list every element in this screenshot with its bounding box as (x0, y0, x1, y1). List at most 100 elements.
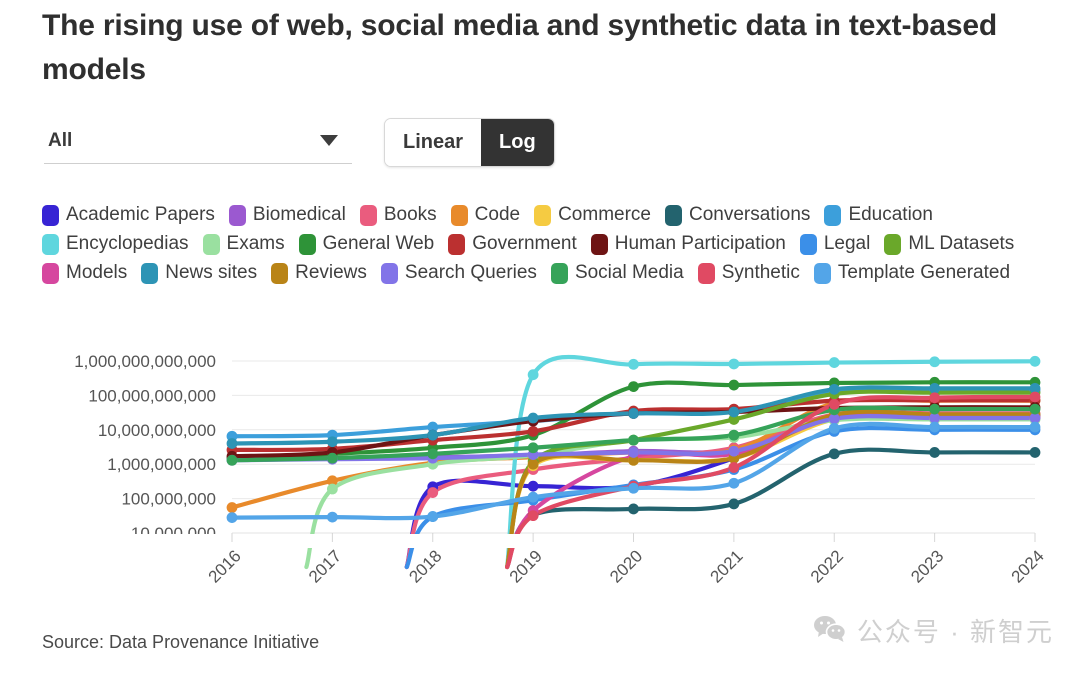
data-point[interactable] (527, 442, 539, 454)
legend-swatch (141, 262, 159, 284)
legend-swatch (448, 233, 466, 255)
data-point[interactable] (628, 434, 639, 446)
legend-swatch (42, 233, 59, 255)
data-point[interactable] (226, 454, 238, 466)
legend-item[interactable]: Exams (202, 232, 285, 256)
data-point[interactable] (326, 511, 338, 523)
legend-item[interactable]: Government (448, 232, 577, 256)
data-point[interactable] (728, 445, 740, 457)
data-point[interactable] (326, 483, 338, 495)
data-point[interactable] (628, 381, 639, 393)
data-point[interactable] (527, 491, 539, 503)
legend-item[interactable]: Conversations (664, 203, 811, 227)
legend-swatch (298, 233, 316, 255)
data-point[interactable] (728, 498, 740, 510)
legend-item[interactable]: Reviews (271, 261, 367, 285)
data-point[interactable] (226, 502, 238, 513)
legend-item[interactable]: Commerce (534, 203, 651, 227)
legend-item[interactable]: Synthetic (697, 261, 800, 285)
data-point[interactable] (527, 369, 539, 381)
scale-linear-button[interactable]: Linear (385, 119, 482, 166)
legend-swatch (664, 204, 682, 226)
category-filter-dropdown[interactable]: All (44, 118, 352, 164)
data-point[interactable] (828, 383, 840, 395)
legend-label: Reviews (295, 262, 367, 283)
legend-item[interactable]: Code (450, 203, 520, 227)
legend-swatch (697, 262, 715, 284)
scale-toggle-group[interactable]: Linear Log (384, 118, 555, 167)
data-point[interactable] (326, 452, 338, 464)
legend-swatch (534, 204, 552, 226)
data-point[interactable] (527, 425, 539, 437)
data-point[interactable] (427, 448, 439, 460)
legend-item[interactable]: Legal (799, 232, 871, 256)
data-point[interactable] (427, 429, 439, 441)
data-point[interactable] (527, 458, 539, 470)
legend-item[interactable]: News sites (141, 261, 257, 285)
legend-item[interactable]: Social Media (550, 261, 684, 285)
data-point[interactable] (427, 487, 439, 498)
legend-item[interactable]: Academic Papers (42, 203, 215, 227)
data-point[interactable] (1029, 355, 1041, 367)
data-point[interactable] (728, 462, 740, 473)
data-point[interactable] (929, 356, 941, 368)
data-point[interactable] (1029, 403, 1041, 415)
legend-item[interactable]: General Web (298, 232, 434, 256)
data-point[interactable] (929, 403, 941, 415)
legend-item[interactable]: Human Participation (590, 232, 786, 256)
scale-log-button[interactable]: Log (481, 119, 554, 166)
data-point[interactable] (1029, 421, 1041, 433)
data-point[interactable] (527, 412, 539, 424)
data-point[interactable] (828, 448, 840, 460)
legend-label: Academic Papers (66, 204, 215, 225)
data-point[interactable] (628, 358, 639, 370)
y-axis-tick-label: 1,000,000,000 (107, 455, 216, 474)
data-point[interactable] (828, 422, 840, 434)
data-point[interactable] (728, 406, 740, 418)
legend-item[interactable]: Education (824, 203, 933, 227)
legend-item[interactable]: Encyclopedias (42, 232, 189, 256)
data-point[interactable] (326, 436, 338, 448)
legend-label: Commerce (558, 204, 651, 225)
legend-label: Synthetic (721, 262, 800, 283)
data-point[interactable] (1029, 391, 1041, 403)
data-point[interactable] (527, 510, 539, 522)
legend-item[interactable]: ML Datasets (884, 232, 1014, 256)
wechat-icon (813, 614, 847, 647)
legend-label: Template Generated (837, 262, 1011, 283)
data-point[interactable] (226, 512, 238, 524)
chart-plot-area: 1,000,000,000,000 100,000,000,000 10,000,0… (0, 330, 1080, 595)
data-point[interactable] (828, 357, 840, 368)
legend-item[interactable]: Books (359, 203, 437, 227)
data-point[interactable] (929, 382, 941, 394)
data-point[interactable] (728, 429, 740, 441)
legend-item[interactable]: Search Queries (380, 261, 537, 285)
series-line[interactable] (505, 447, 1038, 570)
data-point[interactable] (427, 511, 439, 522)
x-axis-tick-label: 2023 (907, 546, 947, 586)
legend-label: Conversations (688, 204, 811, 225)
legend-label: Legal (823, 233, 871, 254)
data-point[interactable] (728, 379, 740, 391)
legend-swatch (824, 204, 842, 226)
data-point[interactable] (226, 438, 238, 449)
legend-swatch (884, 233, 902, 255)
data-point[interactable] (929, 447, 941, 458)
data-point[interactable] (628, 503, 639, 515)
data-point[interactable] (728, 358, 740, 370)
category-filter-value: All (48, 129, 73, 151)
data-point[interactable] (828, 398, 840, 410)
data-point[interactable] (728, 477, 740, 489)
data-point[interactable] (628, 407, 639, 419)
legend-item[interactable]: Template Generated (813, 261, 1011, 285)
data-point[interactable] (1029, 447, 1041, 458)
data-point[interactable] (929, 421, 941, 433)
legend-label: Books (383, 204, 437, 225)
legend-item[interactable]: Biomedical (228, 203, 346, 227)
data-point[interactable] (628, 447, 639, 458)
data-point[interactable] (929, 392, 941, 404)
legend-item[interactable]: Models (42, 261, 127, 285)
legend-swatch (450, 204, 468, 226)
data-point[interactable] (628, 482, 639, 494)
data-point[interactable] (527, 480, 539, 492)
